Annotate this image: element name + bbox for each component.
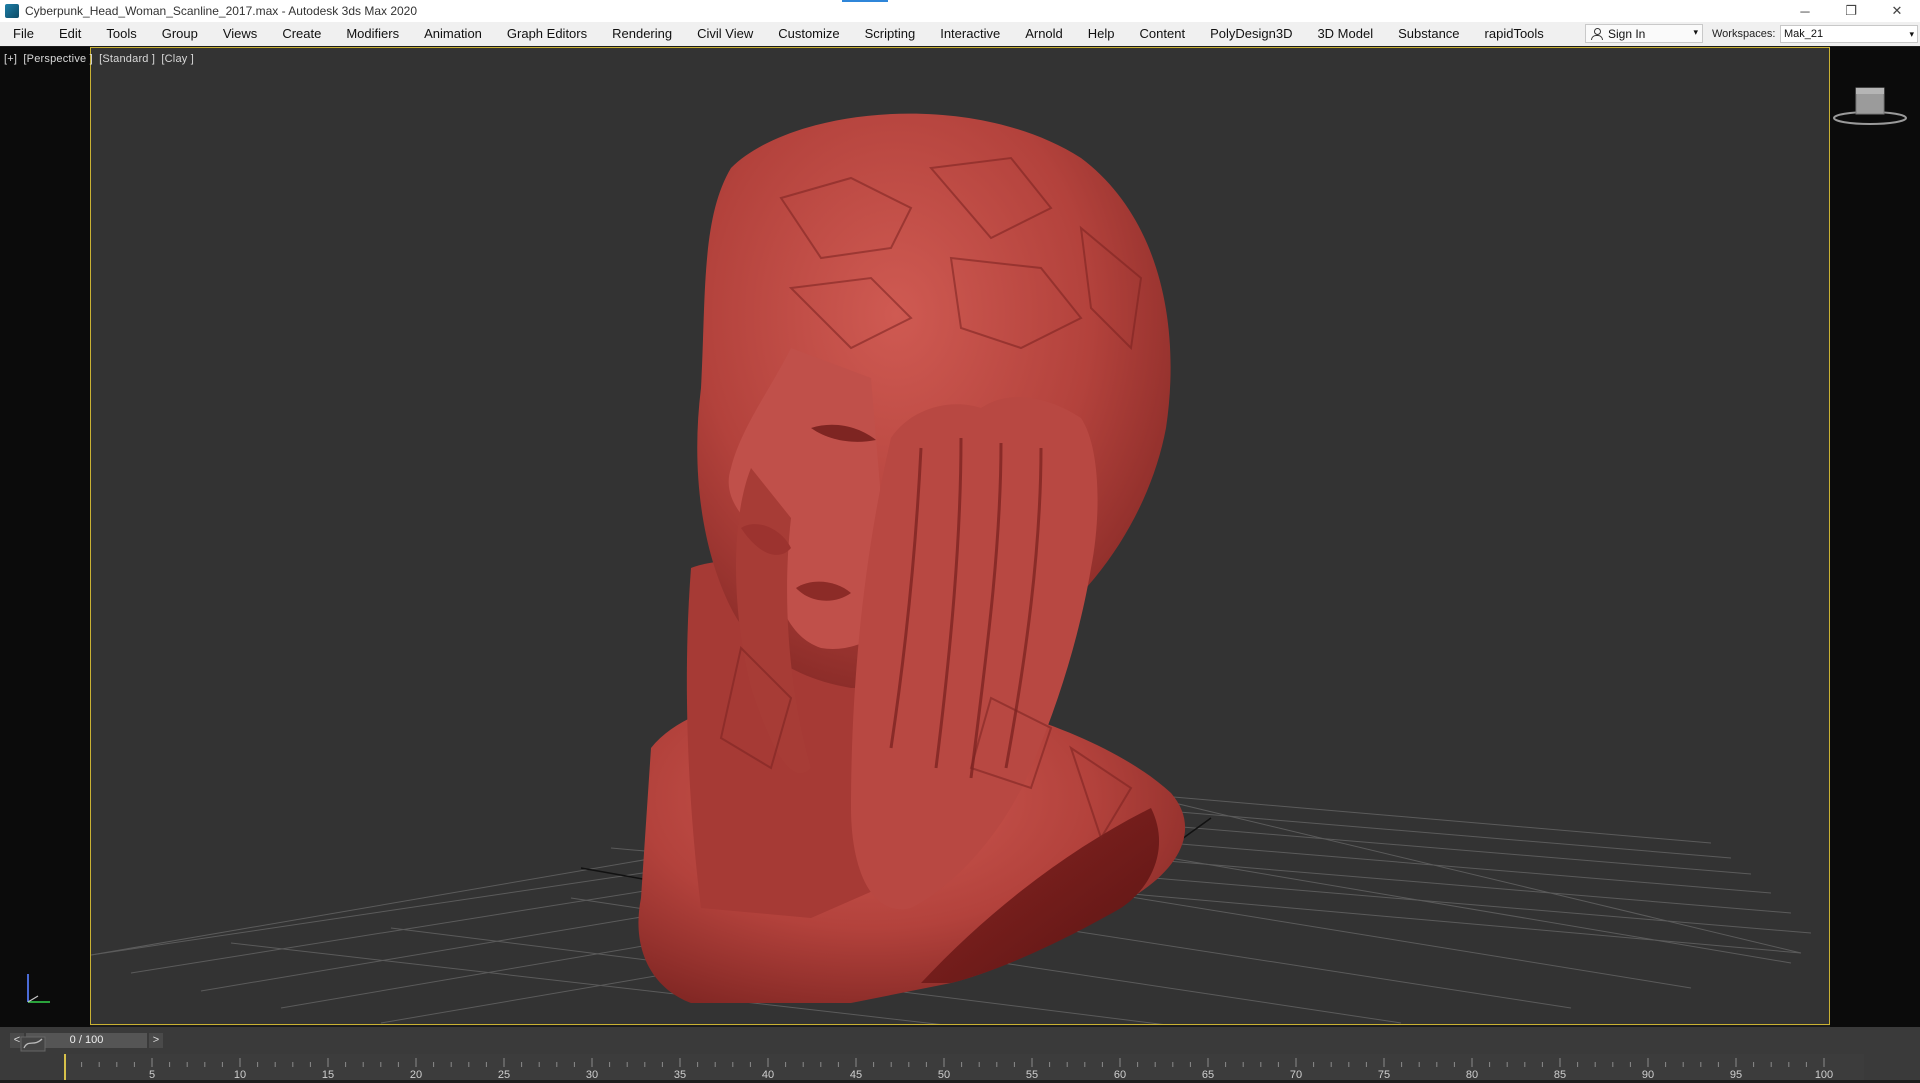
track-tick-label: 100 [1815, 1069, 1833, 1080]
track-tick-label: 90 [1642, 1069, 1654, 1080]
menu-scripting[interactable]: Scripting [852, 22, 928, 46]
menu-animation[interactable]: Animation [411, 22, 494, 46]
viewport-standard-label[interactable]: [Standard ] [99, 53, 155, 65]
sculpted-head-model [638, 113, 1186, 1003]
track-tick-label: 5 [149, 1069, 155, 1080]
left-command-panel [0, 47, 90, 1027]
menu-rendering[interactable]: Rendering [599, 22, 684, 46]
track-tick-label: 25 [498, 1069, 510, 1080]
menu-polydesign3d[interactable]: PolyDesign3D [1197, 22, 1304, 46]
track-tick-label: 20 [410, 1069, 422, 1080]
track-tick-label: 15 [322, 1069, 334, 1080]
track-tick-label: 35 [674, 1069, 686, 1080]
menu-group[interactable]: Group [149, 22, 210, 46]
menu-help[interactable]: Help [1075, 22, 1127, 46]
window-controls: ─ ❐ ✕ [1782, 0, 1920, 22]
chevron-down-icon: ▾ [1693, 27, 1698, 37]
perspective-viewport[interactable] [90, 47, 1830, 1025]
menu-interactive[interactable]: Interactive [927, 22, 1012, 46]
menu-customize[interactable]: Customize [765, 22, 851, 46]
user-icon [1590, 27, 1604, 41]
workspace-value: Mak_21 [1784, 28, 1824, 40]
sign-in-dropdown[interactable]: Sign In ▾ [1585, 24, 1703, 43]
time-slider-area: < 0 / 100 > 5 10 15 20 25 30 35 40 45 50 55 60 65 70 7… [0, 1027, 1920, 1081]
window-title: Cyberpunk_Head_Woman_Scanline_2017.max -… [25, 4, 418, 18]
axis-tripod-icon [27, 974, 50, 1003]
title-bar: Cyberpunk_Head_Woman_Scanline_2017.max -… [0, 0, 1920, 22]
close-button[interactable]: ✕ [1874, 0, 1920, 22]
track-tick-label: 10 [234, 1069, 246, 1080]
track-tick-label: 95 [1730, 1069, 1742, 1080]
menu-create[interactable]: Create [269, 22, 333, 46]
menu-file[interactable]: File [0, 22, 46, 46]
track-tick-label: 65 [1202, 1069, 1214, 1080]
chevron-down-icon: ▾ [1909, 29, 1914, 39]
viewport-label-menu: [+] [Perspective ] [Standard ] [Clay ] [4, 53, 197, 65]
viewport-pov-label[interactable]: [Perspective ] [23, 53, 92, 65]
workspace-select[interactable]: Mak_21 ▾ [1780, 25, 1918, 43]
track-tick-label: 45 [850, 1069, 862, 1080]
menu-modifiers[interactable]: Modifiers [333, 22, 411, 46]
track-tick-label: 70 [1290, 1069, 1302, 1080]
menu-arnold[interactable]: Arnold [1012, 22, 1075, 46]
title-accent-mark [842, 0, 888, 2]
track-bar-ruler: 5 10 15 20 25 30 35 40 45 50 55 60 65 70 75 80 85 90 95 100 [62, 1054, 1833, 1081]
current-frame-marker[interactable] [62, 1054, 66, 1080]
track-tick-label: 55 [1026, 1069, 1038, 1080]
menu-views[interactable]: Views [210, 22, 269, 46]
sign-in-label: Sign In [1608, 26, 1646, 41]
menu-tools[interactable]: Tools [93, 22, 148, 46]
track-tick-label: 40 [762, 1069, 774, 1080]
restore-button[interactable]: ❐ [1828, 0, 1874, 22]
viewcube-icon[interactable] [1832, 80, 1908, 130]
menu-content[interactable]: Content [1127, 22, 1198, 46]
menu-substance[interactable]: Substance [1385, 22, 1471, 46]
track-tick-label: 50 [938, 1069, 950, 1080]
track-tick-label: 80 [1466, 1069, 1478, 1080]
menu-edit[interactable]: Edit [46, 22, 93, 46]
viewport-scene [91, 113, 1812, 1024]
menu-rapidtools[interactable]: rapidTools [1472, 22, 1556, 46]
workspaces-label: Workspaces: [1712, 28, 1776, 40]
track-tick-label: 85 [1554, 1069, 1566, 1080]
track-tick-label: 75 [1378, 1069, 1390, 1080]
menu-graph-editors[interactable]: Graph Editors [494, 22, 599, 46]
menu-civil-view[interactable]: Civil View [684, 22, 765, 46]
track-tick-label: 60 [1114, 1069, 1126, 1080]
minimize-button[interactable]: ─ [1782, 0, 1828, 22]
menu-3d-model[interactable]: 3D Model [1304, 22, 1385, 46]
track-tick-label: 30 [586, 1069, 598, 1080]
right-command-panel [1830, 47, 1920, 1027]
next-frame-button[interactable]: > [149, 1032, 163, 1048]
app-logo-icon[interactable] [5, 4, 19, 18]
viewport-shading-label[interactable]: [Clay ] [161, 53, 194, 65]
curve-editor-icon[interactable] [20, 1033, 46, 1053]
track-bar[interactable]: 5 10 15 20 25 30 35 40 45 50 55 60 65 70 75 80 85 90 95 100 [62, 1054, 1864, 1081]
viewport-plus-menu[interactable]: [+] [4, 53, 17, 65]
